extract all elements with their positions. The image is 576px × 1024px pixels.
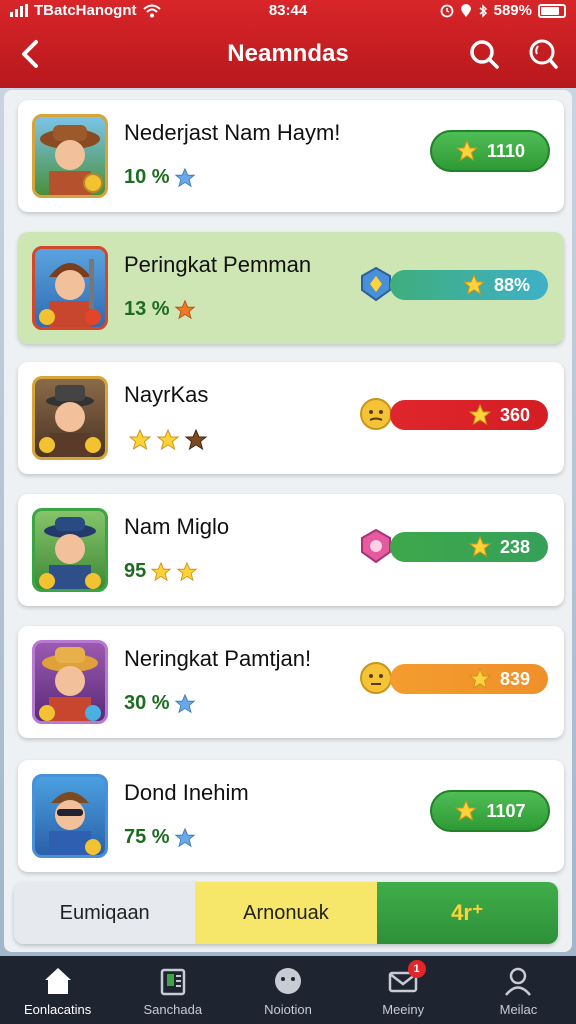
segment-middle-label: Arnonuak — [243, 901, 329, 924]
score-button[interactable]: 1110 — [430, 130, 550, 172]
player-name: Dond Inehim — [124, 780, 249, 805]
score-value: 238 — [499, 536, 530, 557]
filter-search-button[interactable] — [524, 36, 560, 72]
battery-label: 589% — [493, 2, 532, 19]
star-icon — [150, 561, 172, 581]
star-icon — [174, 827, 196, 847]
player-stat: 75 % — [124, 826, 170, 848]
bluetooth-icon — [479, 3, 487, 18]
score-bar: 238 — [358, 528, 550, 564]
nav-label: Eonlacatins — [23, 1002, 92, 1017]
status-bar: TBatcHanognt 83:44 589% — [0, 0, 576, 24]
search-icon — [470, 40, 499, 69]
player-avatar — [32, 246, 108, 330]
score-value: 839 — [499, 668, 530, 689]
player-stat: 13 % — [124, 298, 170, 320]
search-button[interactable] — [466, 36, 502, 72]
battery-icon — [538, 3, 566, 18]
alarm-icon — [440, 4, 454, 17]
player-avatar — [32, 508, 108, 592]
score-value: 1107 — [486, 800, 526, 821]
player-name: Neringkat Pamtjan! — [124, 646, 312, 671]
score-value: 88% — [493, 274, 530, 295]
nav-item-home[interactable]: Eonlacatins — [0, 956, 115, 1024]
player-card[interactable]: NayrKas 360 — [18, 362, 564, 474]
player-card[interactable]: Nam Miglo 95 238 — [18, 494, 564, 606]
nav-item-mail[interactable]: 1 Meeiny — [346, 956, 461, 1024]
player-name: Peringkat Pemman — [124, 252, 312, 277]
gem-badge-icon — [361, 528, 391, 564]
emoji-badge-icon — [360, 662, 392, 694]
player-name: Nederjast Nam Haym! — [124, 120, 341, 145]
nav-item-face[interactable]: Noiotion — [230, 956, 345, 1024]
star-icon — [462, 273, 486, 296]
book-icon — [160, 968, 186, 996]
player-name: NayrKas — [124, 382, 209, 407]
segmented-control: Eumiqaan Arnonuak 4r⁺ — [14, 882, 558, 944]
bottom-nav: Eonlacatins Sanchada Noiotion 1 Meeiny M… — [0, 956, 576, 1024]
notification-badge: 1 — [407, 960, 426, 978]
star-icon — [468, 535, 492, 558]
player-stat: 30 % — [124, 692, 170, 714]
player-stat: 95 — [124, 560, 147, 582]
segment-right-label: 4r⁺ — [451, 900, 484, 925]
player-card[interactable]: Dond Inehim 75 % 1107 — [18, 760, 564, 872]
star-icon — [455, 139, 479, 162]
nav-label: Meeiny — [382, 1002, 425, 1017]
player-avatar — [32, 376, 108, 460]
shield-badge-icon — [361, 266, 391, 302]
player-card[interactable]: Neringkat Pamtjan! 30 % 839 — [18, 626, 564, 738]
player-avatar — [32, 774, 108, 858]
search-alt-icon — [529, 39, 558, 69]
location-icon — [460, 3, 471, 17]
star-icon — [184, 428, 208, 451]
score-value: 1110 — [486, 140, 526, 161]
app-header: TBatcHanognt 83:44 589% Neamndas — [0, 0, 576, 88]
star-icon — [468, 403, 492, 426]
star-icon — [176, 561, 198, 581]
segment-left-label: Eumiqaan — [59, 901, 150, 924]
star-icon — [174, 167, 196, 187]
player-stat: 10 % — [124, 166, 170, 188]
nav-item-profile[interactable]: Meilac — [461, 956, 576, 1024]
player-avatar — [32, 640, 108, 724]
score-bar: 360 — [358, 398, 550, 432]
segment-right-button[interactable]: 4r⁺ — [376, 882, 558, 944]
score-value: 360 — [499, 404, 530, 425]
player-name: Nam Miglo — [124, 514, 230, 539]
face-icon — [275, 968, 301, 994]
segment-middle-button[interactable]: Arnonuak — [195, 882, 377, 944]
segment-left-button[interactable]: Eumiqaan — [14, 882, 196, 944]
star-icon — [156, 428, 180, 451]
star-icon — [174, 693, 196, 713]
score-button[interactable]: 1107 — [430, 790, 550, 832]
profile-icon — [505, 967, 532, 996]
nav-item-book[interactable]: Sanchada — [115, 956, 230, 1024]
star-icon — [174, 299, 196, 319]
nav-label: Noiotion — [264, 1002, 312, 1017]
star-icon — [468, 667, 492, 690]
nav-label: Meilac — [499, 1002, 538, 1017]
score-bar: 88% — [358, 266, 550, 302]
star-icon — [128, 428, 152, 451]
player-card-selected[interactable]: Peringkat Pemman 13 % 88% — [18, 232, 564, 344]
emoji-badge-icon — [360, 398, 392, 430]
score-bar: 839 — [358, 662, 550, 696]
home-icon — [44, 968, 71, 994]
nav-label: Sanchada — [143, 1002, 203, 1017]
player-avatar — [32, 114, 108, 198]
star-icon — [455, 799, 478, 822]
player-card[interactable]: Nederjast Nam Haym! 10 % 1110 — [18, 100, 564, 212]
leaderboard-list: Nederjast Nam Haym! 10 % 1110 Peringkat … — [4, 90, 572, 952]
